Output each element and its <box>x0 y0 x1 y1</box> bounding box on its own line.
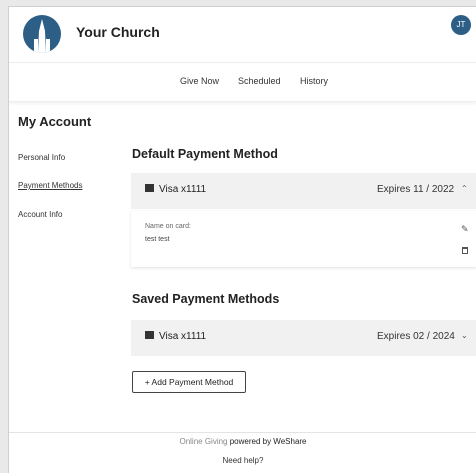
saved-payment-heading: Saved Payment Methods <box>132 292 280 306</box>
delete-trash-icon[interactable] <box>462 247 468 254</box>
card-brand: Visa x1111 <box>145 184 206 195</box>
main-nav: Give Now Scheduled History <box>9 63 476 102</box>
credit-card-icon <box>145 331 154 340</box>
sidebar-item-account-info[interactable]: Account Info <box>18 210 62 219</box>
edit-pencil-icon[interactable]: ✎ <box>461 224 469 235</box>
page-title: My Account <box>18 114 92 129</box>
church-name[interactable]: Your Church <box>76 24 160 40</box>
card-details-panel: Name on card: test test ✎ <box>131 211 476 267</box>
app-window: Your Church JT Give Now Scheduled Histor… <box>8 6 476 473</box>
footer: Online Giving powered by WeShare Need he… <box>9 432 476 473</box>
online-giving-label: Online Giving <box>179 437 230 446</box>
credit-card-icon <box>145 184 154 193</box>
chevron-up-icon[interactable]: ⌃ <box>461 184 468 193</box>
default-payment-heading: Default Payment Method <box>132 147 278 161</box>
header: Your Church JT <box>9 7 476 63</box>
card-expiry: Expires 02 / 2024 <box>377 331 455 342</box>
weshare-link[interactable]: powered by WeShare <box>230 437 307 446</box>
chevron-down-icon[interactable]: ⌄ <box>461 331 468 340</box>
sidebar-item-personal-info[interactable]: Personal Info <box>18 153 65 162</box>
card-brand-label: Visa x1111 <box>159 331 207 342</box>
card-brand-label: Visa x1111 <box>159 184 207 195</box>
church-logo[interactable] <box>23 15 61 53</box>
tab-history[interactable]: History <box>300 76 328 86</box>
tab-give-now[interactable]: Give Now <box>180 76 219 86</box>
saved-card-row[interactable]: Visa x1111 Expires 02 / 2024 ⌄ <box>131 320 476 356</box>
steeple-icon <box>34 19 50 53</box>
tab-scheduled[interactable]: Scheduled <box>238 76 281 86</box>
name-on-card-value: test test <box>145 236 170 243</box>
user-avatar[interactable]: JT <box>451 15 471 35</box>
card-expiry: Expires 11 / 2022 <box>377 184 455 195</box>
sidebar-item-payment-methods[interactable]: Payment Methods <box>18 181 82 190</box>
add-payment-method-button[interactable]: + Add Payment Method <box>132 371 246 393</box>
card-brand: Visa x1111 <box>145 331 206 342</box>
name-on-card-label: Name on card: <box>145 223 191 230</box>
powered-by-text: Online Giving powered by WeShare <box>9 437 476 446</box>
default-card-row[interactable]: Visa x1111 Expires 11 / 2022 ⌃ <box>131 173 476 209</box>
need-help-link[interactable]: Need help? <box>9 456 476 465</box>
